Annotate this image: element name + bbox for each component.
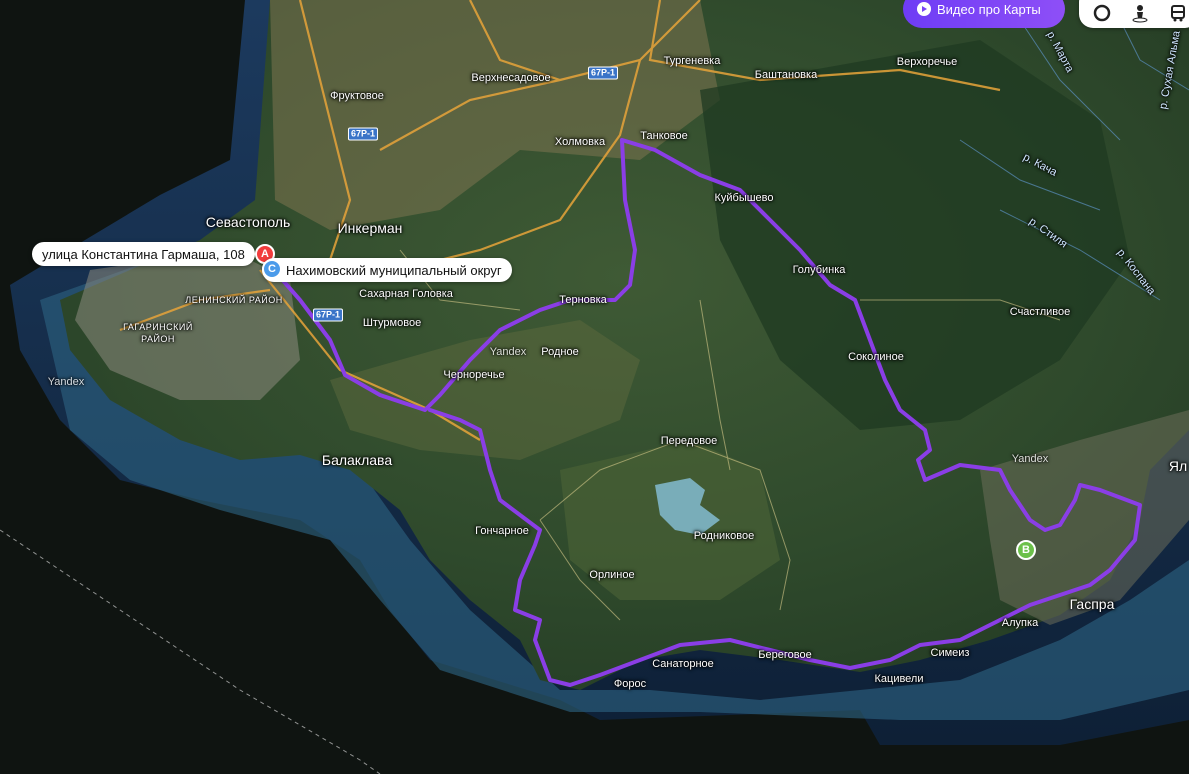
video-about-maps-button[interactable]: Видео про Карты (903, 0, 1065, 28)
place-sakharnaya-golovka: Сахарная Головка (359, 288, 453, 300)
layers-ring-icon[interactable] (1089, 0, 1115, 26)
satellite-map[interactable] (0, 0, 1189, 774)
place-ternovka: Терновка (559, 294, 607, 306)
place-sokolinoe: Соколиное (848, 351, 904, 363)
place-turgenevka: Тургеневка (663, 55, 721, 67)
place-foros: Форос (613, 678, 647, 690)
place-alupka: Алупка (1001, 617, 1039, 629)
place-goncharnoe: Гончарное (475, 525, 529, 537)
panorama-person-icon[interactable] (1127, 0, 1153, 26)
district-gagarinsky-line2: РАЙОН (141, 334, 175, 344)
place-gaspra: Гаспра (1069, 596, 1115, 612)
place-tankovoe: Танковое (640, 130, 688, 142)
place-simeiz: Симеиз (930, 647, 970, 659)
map-tools-panel (1079, 0, 1189, 28)
place-golubinka: Голубинка (792, 264, 846, 276)
road-badge: 67Р-1 (347, 127, 379, 141)
transport-bus-icon[interactable] (1165, 0, 1189, 26)
route-point-b-letter: B (1022, 543, 1030, 556)
place-beregovoe: Береговое (758, 649, 812, 661)
place-shturmovoe: Штурмовое (362, 317, 422, 329)
place-yalta: Ял (1168, 458, 1188, 474)
place-kholmovka: Холмовка (554, 136, 606, 148)
place-verkhorechye: Верхоречье (896, 56, 958, 68)
video-about-maps-label: Видео про Карты (937, 1, 1041, 17)
yandex-watermark: Yandex (1011, 453, 1049, 465)
place-balaklava: Балаклава (321, 452, 393, 468)
place-inkerman: Инкерман (337, 220, 403, 236)
place-sevastopol: Севастополь (205, 214, 291, 230)
route-point-c-pin[interactable]: C (262, 259, 282, 279)
road-badge: 67Р-1 (587, 66, 619, 80)
road-badge: 67Р-1 (312, 308, 344, 322)
route-point-c-letter: C (268, 262, 276, 275)
district-leninsky: ЛЕНИНСКИЙ РАЙОН (185, 295, 283, 305)
yandex-watermark: Yandex (489, 346, 527, 358)
yandex-watermark: Yandex (47, 376, 85, 388)
place-verkhnesadovoe: Верхнесадовое (471, 72, 551, 84)
place-rodnoe: Родное (541, 346, 579, 358)
place-bashtanovka: Баштановка (754, 69, 818, 81)
place-fruktovoe: Фруктовое (330, 90, 384, 102)
place-chernorechye: Черноречье (443, 369, 505, 381)
place-peredovoe: Передовое (660, 435, 718, 447)
route-point-b-pin[interactable]: B (1016, 540, 1036, 560)
route-point-c-label[interactable]: Нахимовский муниципальный округ (262, 258, 512, 282)
place-schastlivoe: Счастливое (1009, 306, 1071, 318)
place-katsiveli: Кацивели (874, 673, 924, 685)
route-point-a-letter: A (261, 247, 269, 260)
district-gagarinsky-line1: ГАГАРИНСКИЙ (123, 322, 193, 332)
play-icon (917, 2, 931, 16)
place-sanatornoe: Санаторное (652, 658, 714, 670)
route-point-a-label[interactable]: улица Константина Гармаша, 108 (32, 242, 255, 266)
place-orlinoe: Орлиное (589, 569, 635, 581)
place-kuibyshevo: Куйбышево (714, 192, 774, 204)
place-rodnikovoe: Родниковое (693, 530, 755, 542)
